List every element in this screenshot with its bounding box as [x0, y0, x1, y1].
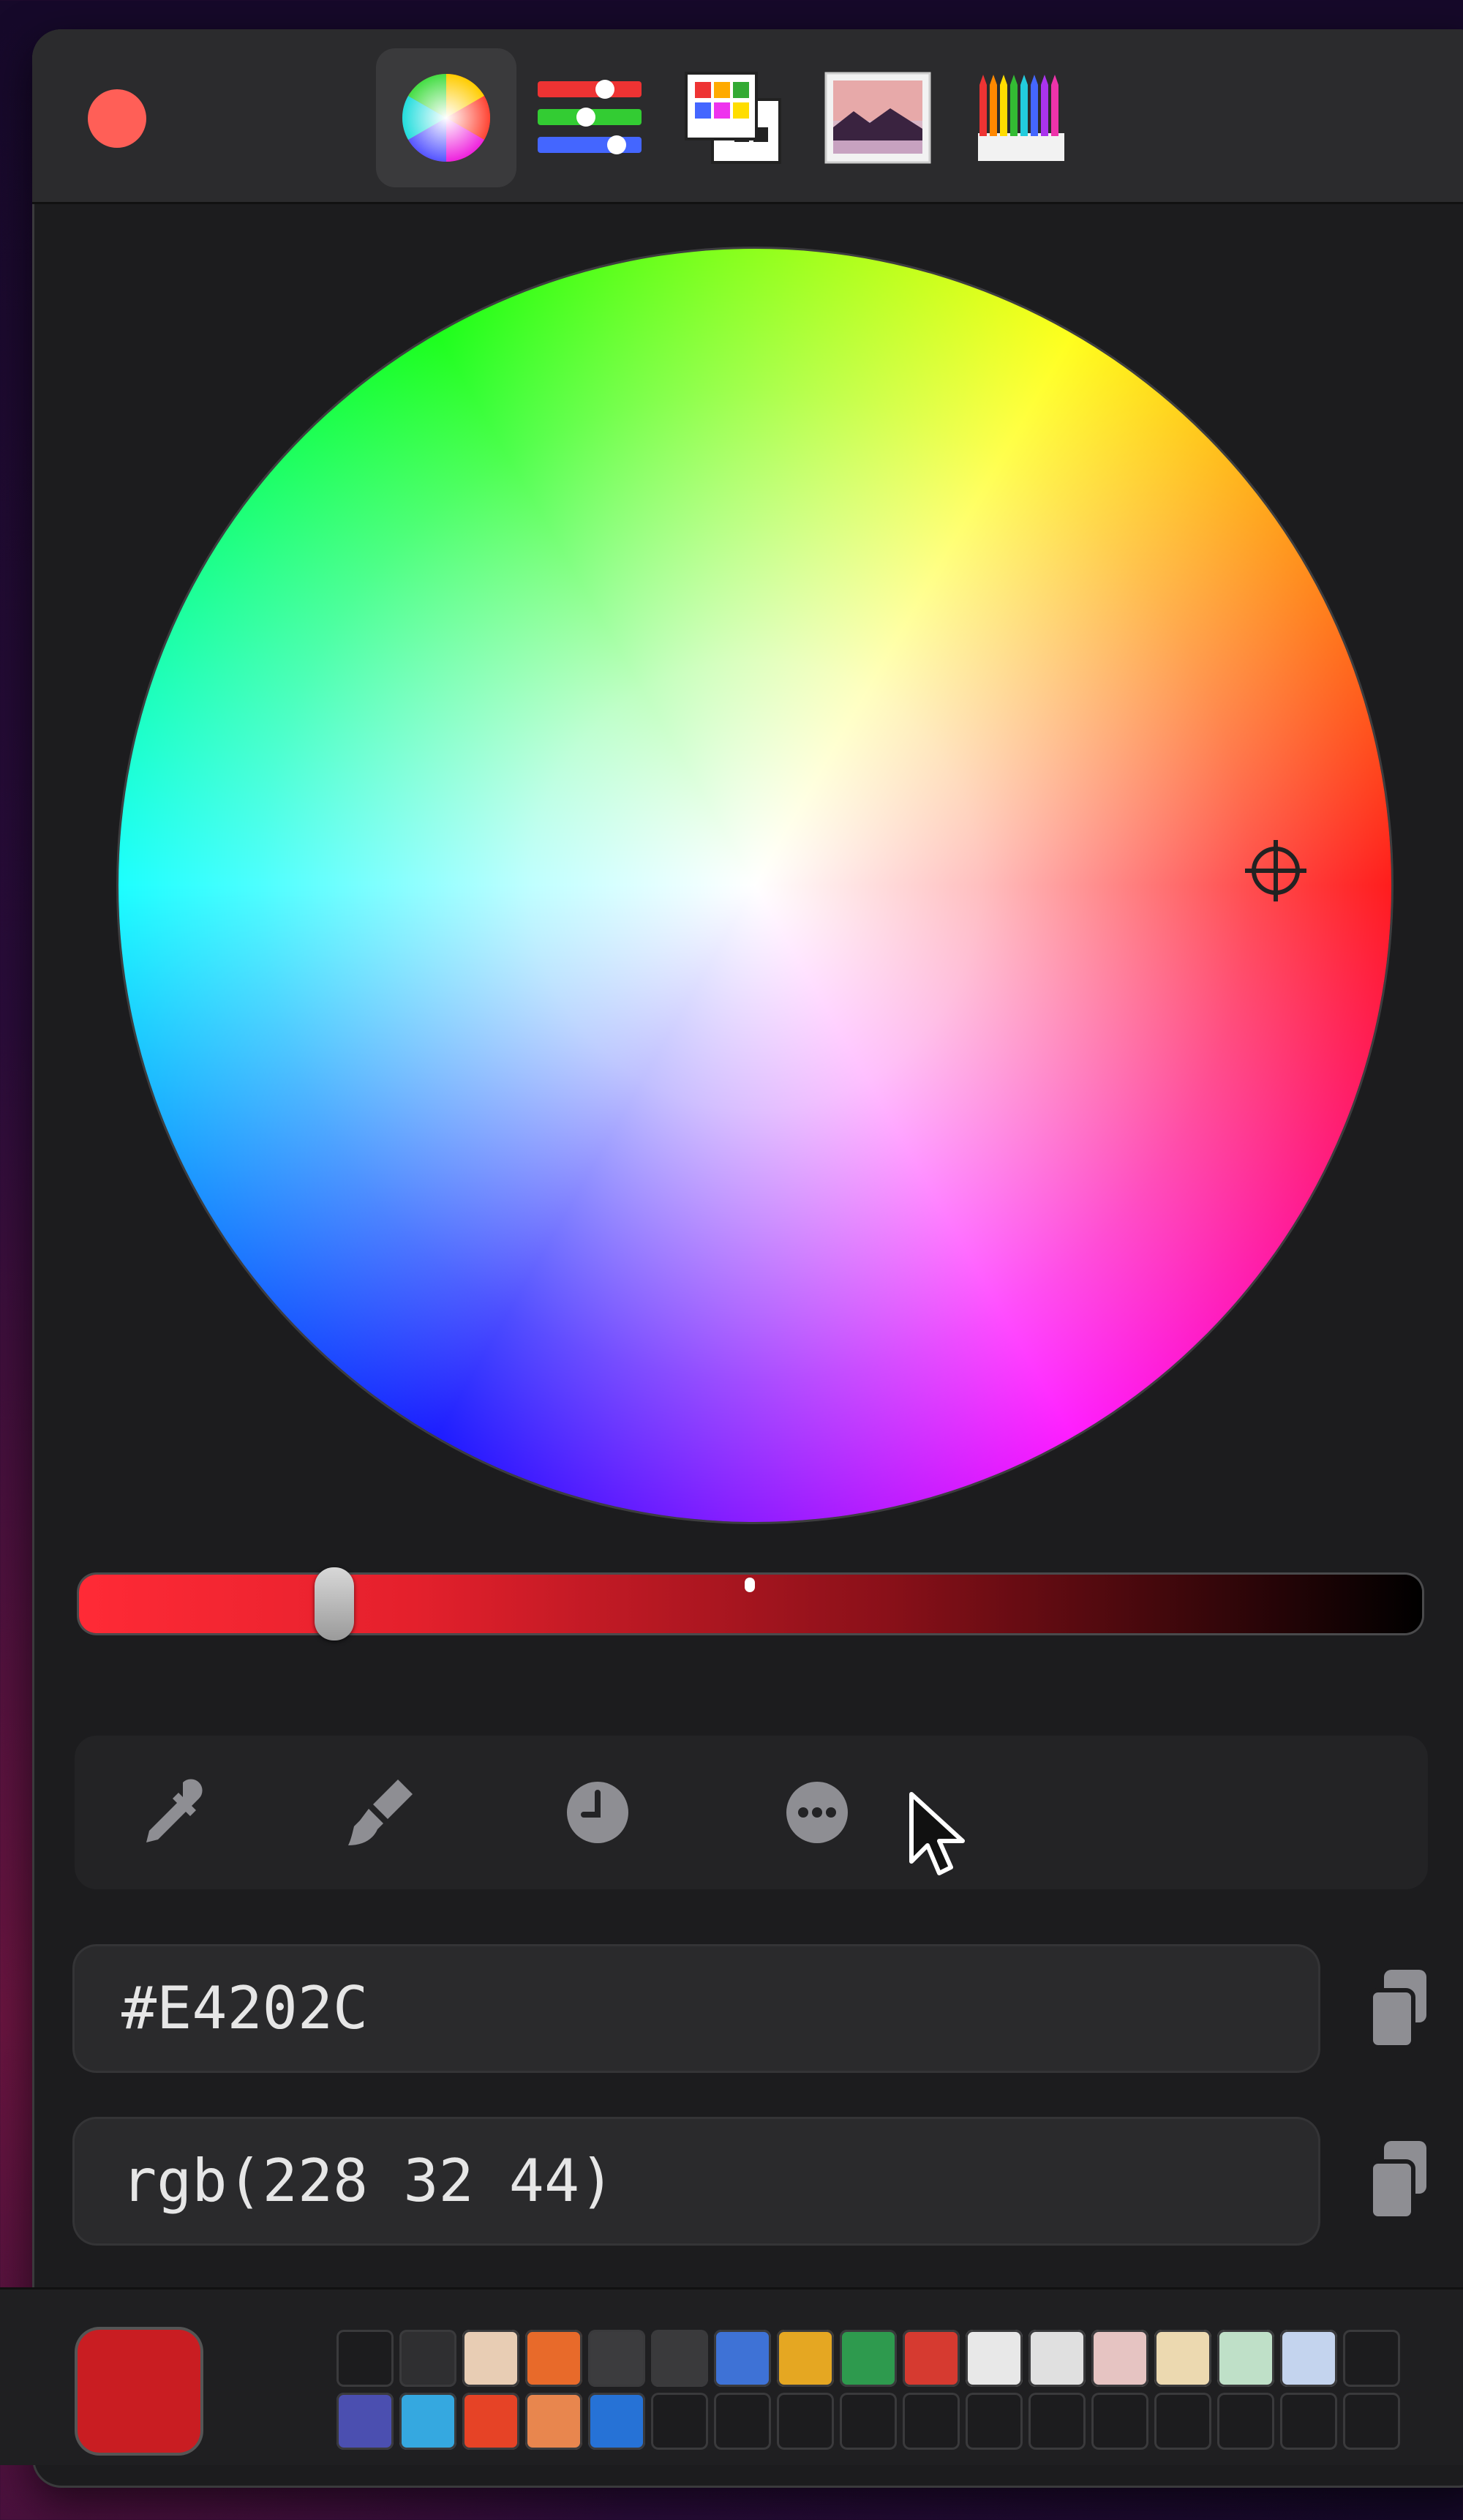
color-swatch[interactable] — [714, 2330, 771, 2387]
color-palettes-icon — [685, 72, 781, 164]
color-swatch[interactable] — [840, 2330, 897, 2387]
color-swatch[interactable] — [1280, 2330, 1337, 2387]
color-swatch[interactable] — [1217, 2393, 1274, 2450]
pencils-icon — [978, 75, 1064, 161]
color-swatch[interactable] — [525, 2330, 582, 2387]
color-swatch[interactable] — [651, 2330, 708, 2387]
color-swatch[interactable] — [651, 2393, 708, 2450]
color-swatch[interactable] — [1343, 2393, 1400, 2450]
history-clock-icon — [567, 1782, 628, 1843]
tab-color-wheel[interactable] — [376, 48, 516, 187]
color-swatch[interactable] — [777, 2393, 834, 2450]
color-swatch[interactable] — [1028, 2393, 1086, 2450]
color-wheel[interactable] — [119, 249, 1391, 1522]
color-swatch[interactable] — [1280, 2393, 1337, 2450]
tab-color-sliders[interactable] — [519, 48, 660, 187]
color-wheel-icon — [402, 73, 491, 162]
history-button[interactable] — [550, 1765, 645, 1860]
more-options-icon — [786, 1782, 848, 1843]
color-wheel-saturation — [119, 249, 1391, 1522]
paint-brush-icon — [348, 1780, 413, 1845]
color-swatch[interactable] — [1028, 2330, 1086, 2387]
rgb-value-field[interactable]: rgb(228 32 44) — [75, 2119, 1318, 2243]
color-swatch[interactable] — [903, 2330, 960, 2387]
close-button[interactable] — [88, 89, 146, 148]
hex-value-field[interactable]: #E4202C — [75, 1946, 1318, 2071]
copy-hex-icon[interactable] — [1362, 1965, 1435, 2053]
color-swatch[interactable] — [1091, 2330, 1148, 2387]
color-swatch[interactable] — [714, 2393, 771, 2450]
crosshair-icon[interactable] — [1239, 834, 1312, 907]
color-swatch[interactable] — [903, 2393, 960, 2450]
color-swatch[interactable] — [1217, 2330, 1274, 2387]
tab-image-palettes[interactable] — [808, 48, 948, 187]
slider-center-marker — [745, 1578, 755, 1592]
color-swatch[interactable] — [1154, 2393, 1211, 2450]
image-palettes-icon — [824, 72, 931, 164]
saved-swatches-grid — [336, 2330, 1412, 2454]
color-swatch[interactable] — [966, 2330, 1023, 2387]
brightness-slider-knob[interactable] — [314, 1567, 354, 1640]
mouse-cursor-icon — [909, 1792, 965, 1875]
more-options-button[interactable] — [770, 1765, 865, 1860]
copy-rgb-icon[interactable] — [1362, 2137, 1435, 2224]
color-swatch[interactable] — [525, 2393, 582, 2450]
tools-bar — [75, 1736, 1428, 1889]
color-swatch[interactable] — [840, 2393, 897, 2450]
tab-color-palettes[interactable] — [664, 48, 805, 187]
color-swatch[interactable] — [777, 2330, 834, 2387]
color-swatch[interactable] — [966, 2393, 1023, 2450]
titlebar — [32, 29, 1463, 204]
color-swatch[interactable] — [588, 2330, 645, 2387]
color-swatch[interactable] — [462, 2330, 519, 2387]
color-swatch[interactable] — [1154, 2330, 1211, 2387]
color-swatch[interactable] — [1343, 2330, 1400, 2387]
current-color-swatch[interactable] — [78, 2330, 200, 2453]
color-swatch[interactable] — [462, 2393, 519, 2450]
eyedropper-icon — [146, 1779, 203, 1842]
eyedropper-button[interactable] — [124, 1765, 219, 1860]
color-swatch[interactable] — [588, 2393, 645, 2450]
color-swatch[interactable] — [399, 2393, 456, 2450]
paint-brush-button[interactable] — [332, 1765, 427, 1860]
color-swatch[interactable] — [336, 2330, 394, 2387]
color-swatch[interactable] — [1091, 2393, 1148, 2450]
tab-pencils[interactable] — [951, 48, 1091, 187]
color-sliders-icon — [538, 80, 642, 154]
color-swatch[interactable] — [399, 2330, 456, 2387]
color-swatch[interactable] — [336, 2393, 394, 2450]
